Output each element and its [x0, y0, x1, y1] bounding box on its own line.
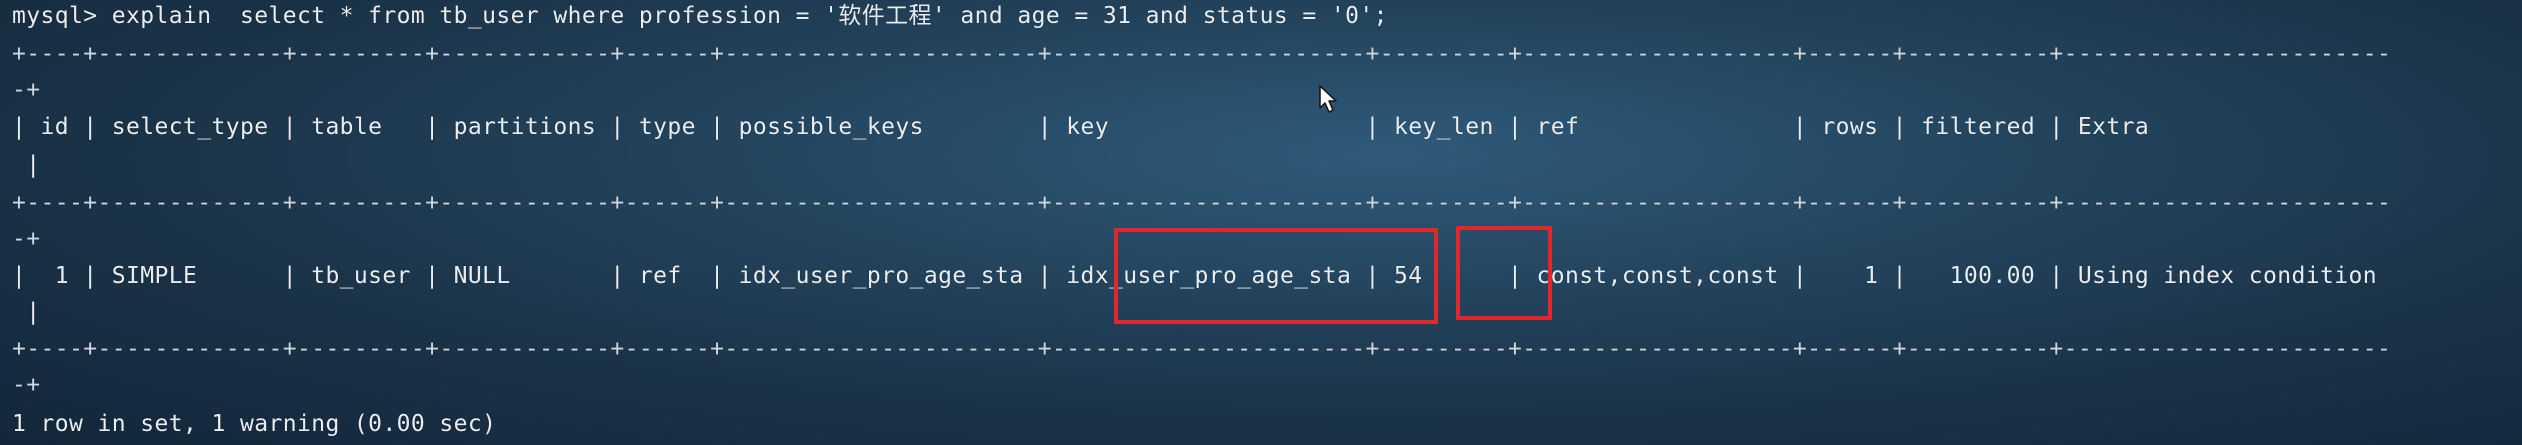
key-highlight-box	[1114, 228, 1438, 324]
table-border-bottom: +----+-------------+---------+----------…	[12, 336, 2392, 362]
table-header-wrap: |	[12, 152, 41, 178]
table-border-mid: +----+-------------+---------+----------…	[12, 190, 2392, 216]
query-result-summary: 1 row in set, 1 warning (0.00 sec)	[12, 411, 497, 437]
key-len-highlight-box	[1456, 226, 1552, 320]
mysql-command-line: mysql> explain select * from tb_user whe…	[12, 3, 1388, 29]
table-data-wrap: |	[12, 299, 41, 325]
terminal-window: mysql> explain select * from tb_user whe…	[12, 0, 2512, 445]
table-header-row: | id | select_type | table | partitions …	[12, 114, 2150, 140]
table-border-bottom-wrap: -+	[12, 372, 41, 398]
table-border-top-wrap: -+	[12, 77, 41, 103]
table-border-mid-wrap: -+	[12, 226, 41, 252]
table-border-top: +----+-------------+---------+----------…	[12, 41, 2392, 67]
mouse-pointer-icon	[1318, 84, 1340, 114]
